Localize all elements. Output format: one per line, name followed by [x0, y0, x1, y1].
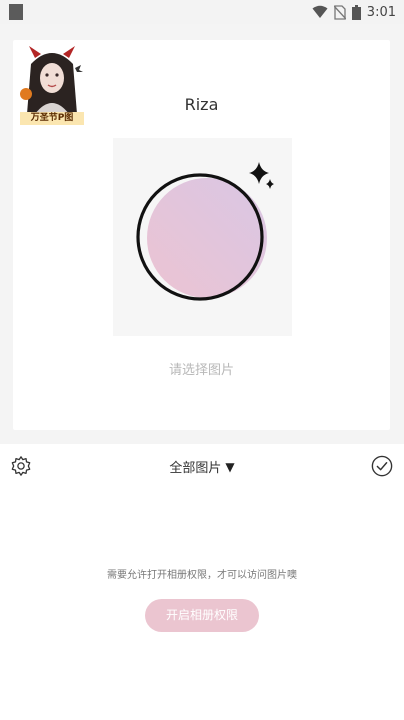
- preview-card: 万圣节P图 Riza 请选择图片: [13, 40, 390, 430]
- notification-icon: [9, 4, 23, 20]
- gallery-toolbar: 全部图片 ▼: [0, 444, 404, 490]
- select-image-hint: 请选择图片: [168, 363, 234, 378]
- status-time: 3:01: [366, 4, 396, 20]
- battery-icon: [351, 4, 361, 20]
- status-bar: 3:01: [0, 0, 404, 24]
- editor-area: 万圣节P图 Riza 请选择图片: [0, 24, 404, 444]
- status-icons: 3:01: [312, 3, 396, 21]
- grant-permission-button[interactable]: 开启相册权限: [145, 599, 259, 632]
- permission-message: 需要允许打开相册权限，才可以访问图片噢: [107, 570, 297, 581]
- sparkle-icon: [249, 162, 274, 189]
- album-dropdown[interactable]: 全部图片 ▼: [0, 457, 404, 477]
- no-sim-icon: [333, 4, 346, 20]
- chevron-down-icon: ▼: [225, 459, 235, 474]
- album-label: 全部图片: [169, 461, 222, 476]
- wifi-icon: [312, 5, 328, 18]
- image-preview[interactable]: [113, 138, 292, 336]
- check-circle-icon: [371, 455, 393, 477]
- user-name: Riza: [184, 95, 219, 114]
- confirm-button[interactable]: [371, 455, 393, 477]
